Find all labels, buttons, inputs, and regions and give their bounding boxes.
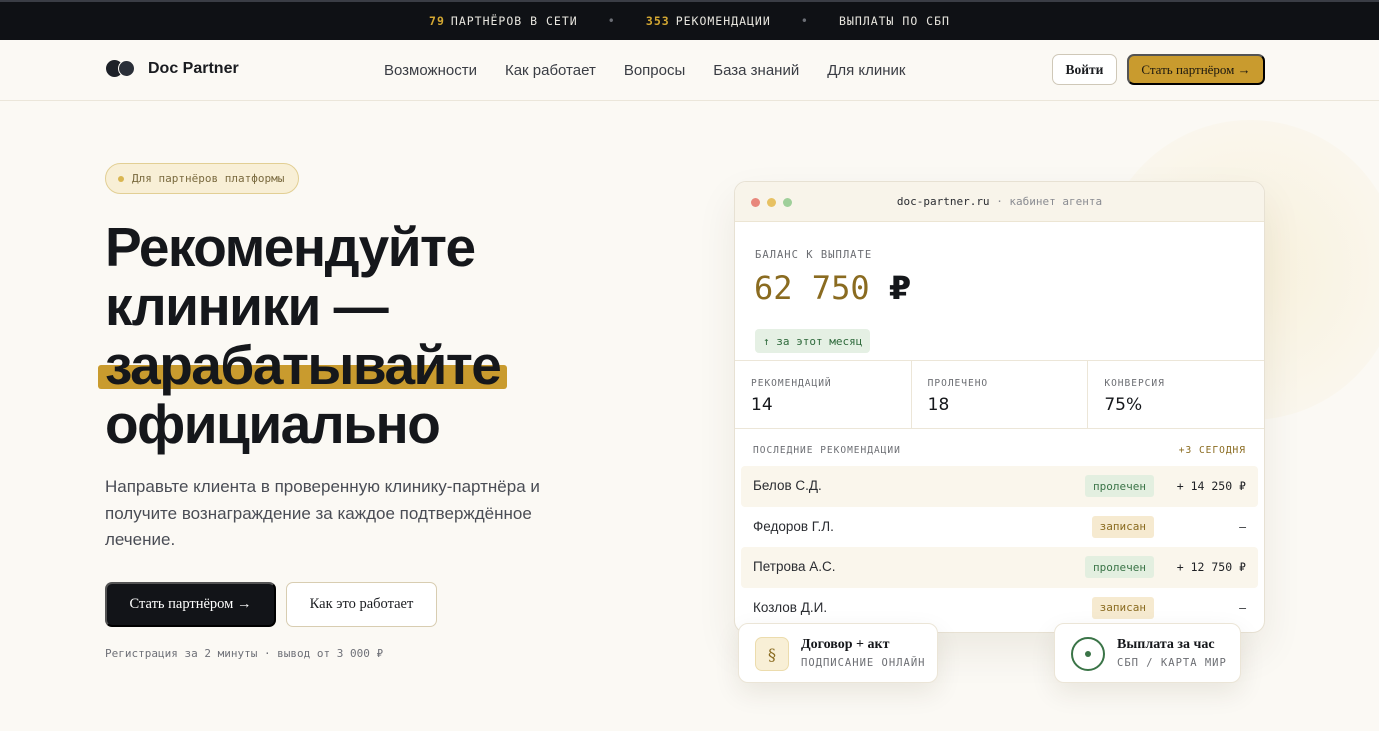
- agent-dashboard-preview: doc-partner.ru · кабинет агента БАЛАНС К…: [734, 181, 1265, 633]
- recent-header: ПОСЛЕДНИЕ РЕКОМЕНДАЦИИ +3 СЕГОДНЯ: [753, 445, 1246, 456]
- list-item: Федоров Г.Л. записан –: [741, 507, 1258, 548]
- become-partner-header-button[interactable]: Стать партнёром →: [1127, 54, 1265, 85]
- brand-name: Doc Partner: [148, 60, 239, 77]
- registration-note: Регистрация за 2 минуты · вывод от 3 000…: [105, 647, 384, 660]
- status-badge: пролечен: [1085, 475, 1154, 497]
- balance-section: БАЛАНС К ВЫПЛАТЕ 62 750 ₽ ↑ за этот меся…: [735, 222, 1264, 361]
- recommendations-count: 353 РЕКОМЕНДАЦИИ: [645, 14, 771, 28]
- section-sign-icon: §: [755, 637, 789, 671]
- payouts-info: ВЫПЛАТЫ ПО СБП: [839, 14, 950, 28]
- status-badge: записан: [1091, 515, 1154, 538]
- audience-badge: Для партнёров платформы: [105, 163, 300, 194]
- announcement-bar: 79 ПАРТНЁРОВ В СЕТИ • 353 РЕКОМЕНДАЦИИ • В…: [0, 0, 1379, 40]
- nav-link-knowledge-base[interactable]: База знаний: [713, 62, 799, 79]
- list-item: Козлов Д.И. записан –: [741, 588, 1258, 629]
- balance-label: БАЛАНС К ВЫПЛАТЕ: [755, 249, 873, 261]
- brand-logo[interactable]: Doc Partner: [106, 60, 239, 78]
- logo-icon: [106, 60, 136, 78]
- payout-feature-card: Выплата за час СБП / КАРТА МИР: [1054, 623, 1241, 683]
- become-partner-button[interactable]: Стать партнёром →: [105, 582, 276, 627]
- nav-link-for-clinics[interactable]: Для клиник: [827, 62, 905, 79]
- main-nav: Возможности Как работает Вопросы База зн…: [384, 62, 906, 79]
- separator-dot: •: [800, 14, 810, 28]
- nav-link-how-it-works[interactable]: Как работает: [505, 62, 596, 79]
- site-header: Doc Partner Возможности Как работает Воп…: [0, 40, 1379, 101]
- stat-treated: ПРОЛЕЧЕНО 18: [912, 361, 1089, 428]
- today-count: +3 СЕГОДНЯ: [1178, 445, 1246, 456]
- recent-list: Белов С.Д. пролечен + 14 250 ₽ Федоров Г…: [741, 466, 1258, 628]
- list-item: Петрова А.С. пролечен + 12 750 ₽: [741, 547, 1258, 588]
- stat-recommendations: РЕКОМЕНДАЦИЙ 14: [735, 361, 912, 428]
- balance-value: 62 750 ₽: [754, 269, 912, 307]
- hero-title: Рекомендуйте клиники — зарабатывайте офи…: [97, 216, 508, 455]
- nav-link-faq[interactable]: Вопросы: [624, 62, 685, 79]
- window-url: doc-partner.ru · кабинет агента: [896, 195, 1103, 208]
- separator-dot: •: [607, 14, 616, 28]
- badge-dot-icon: [118, 175, 124, 182]
- status-badge: пролечен: [1085, 556, 1154, 578]
- balance-change-badge: ↑ за этот месяц: [755, 329, 871, 353]
- hero-description: Направьте клиента в проверенную клинику-…: [105, 477, 540, 549]
- nav-link-features[interactable]: Возможности: [384, 62, 477, 79]
- list-item: Белов С.Д. пролечен + 14 250 ₽: [741, 466, 1258, 507]
- clock-icon: [1071, 637, 1105, 671]
- highlighted-word: зарабатывайте: [97, 334, 508, 396]
- status-badge: записан: [1091, 596, 1154, 619]
- login-button[interactable]: Войти: [1052, 54, 1117, 85]
- contract-feature-card: § Договор + акт ПОДПИСАНИЕ ОНЛАЙН: [738, 623, 938, 683]
- window-titlebar: doc-partner.ru · кабинет агента: [735, 182, 1264, 222]
- how-it-works-button[interactable]: Как это работает: [286, 582, 437, 627]
- stat-conversion: КОНВЕРСИЯ 75%: [1104, 378, 1165, 415]
- stats-row: РЕКОМЕНДАЦИЙ 14 ПРОЛЕЧЕНО 18 КОНВЕРСИЯ 7…: [735, 361, 1264, 429]
- partners-count: 79 ПАРТНЁРОВ В СЕТИ: [429, 14, 578, 28]
